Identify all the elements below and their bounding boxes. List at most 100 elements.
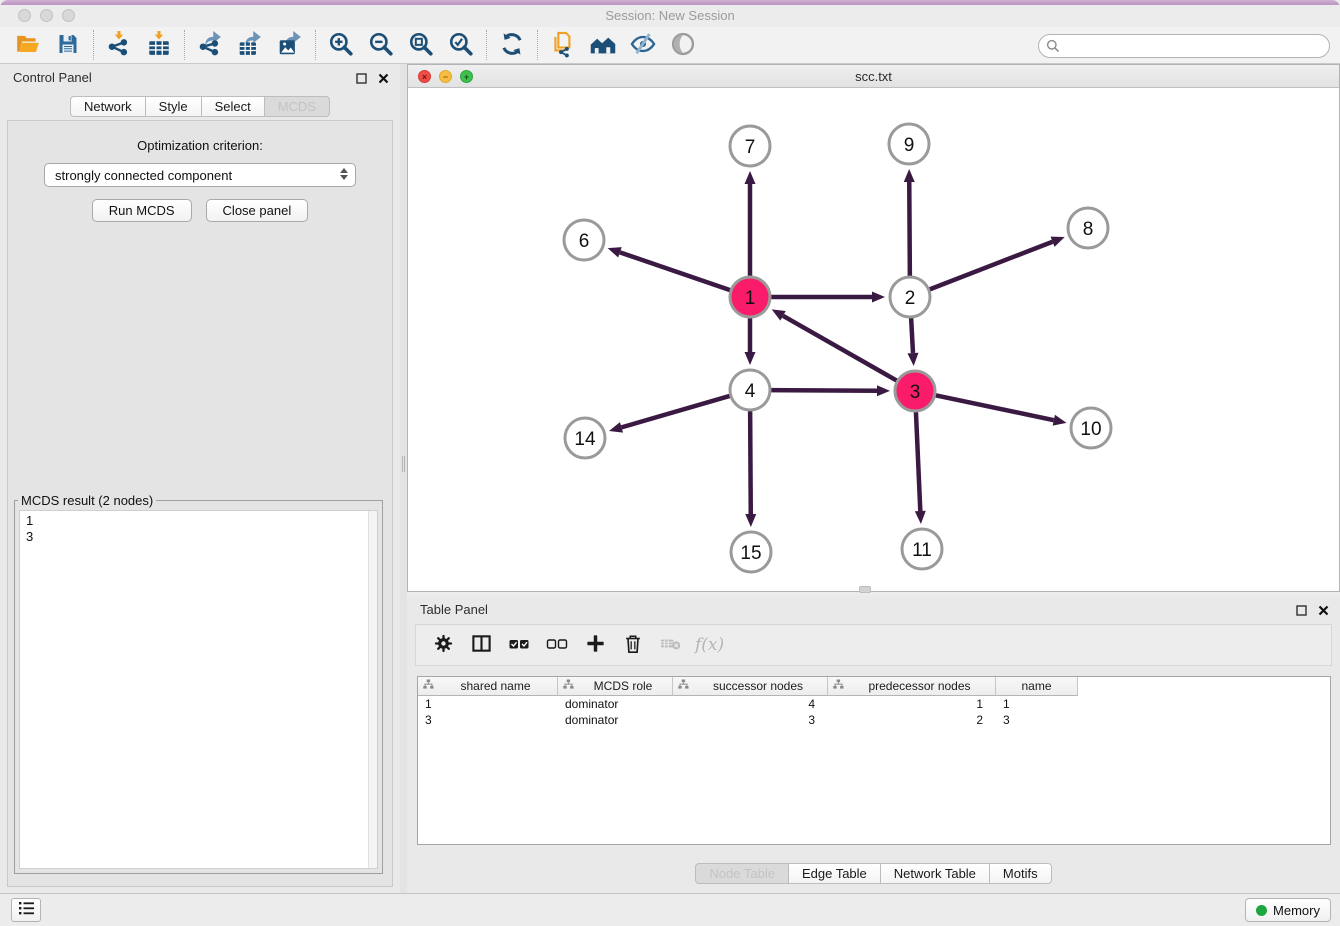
zoom-in-button[interactable] [321,28,361,62]
tab-style[interactable]: Style [145,96,201,117]
table-settings-button[interactable] [426,628,460,662]
column-header-MCDS-role[interactable]: MCDS role [558,677,673,696]
node-label: 6 [579,231,590,252]
node-label: 2 [905,288,916,309]
table-row[interactable]: 1dominator411 [418,696,1330,712]
graph-node-7[interactable]: 7 [730,126,770,166]
edge-2-9[interactable] [909,182,910,279]
table-cell: 3 [673,712,828,728]
export-table-button[interactable] [230,28,270,62]
float-panel-button[interactable] [1294,603,1308,617]
close-panel-button[interactable]: Close panel [206,199,309,222]
edge-3-1[interactable] [783,316,899,382]
result-scrollbar[interactable] [368,511,377,868]
refresh-view-button[interactable] [492,28,532,62]
tab-select[interactable]: Select [201,96,264,117]
memory-button[interactable]: Memory [1245,898,1331,922]
network-graph[interactable]: 7 9 6 8 1 2 4 3 14 10 15 11 [408,88,1339,591]
edge-3-11[interactable] [916,409,921,511]
duplicate-network-icon [549,30,577,61]
edge-2-3[interactable] [911,315,913,353]
task-history-button[interactable] [11,898,41,922]
column-header-label: successor nodes [689,679,827,693]
show-all-button[interactable] [663,28,703,62]
export-image-button[interactable] [270,28,310,62]
duplicate-network-button[interactable] [543,28,583,62]
graph-node-1[interactable]: 1 [730,277,770,317]
float-panel-button[interactable] [354,71,368,85]
edge-2-8[interactable] [927,242,1053,291]
eye-disabled-icon [669,30,697,61]
save-session-button[interactable] [48,28,88,62]
zoom-fit-icon [408,31,434,60]
mcds-result-box[interactable]: 1 3 [19,510,378,869]
graph-node-4[interactable]: 4 [730,370,770,410]
edge-4-14[interactable] [621,395,732,427]
mcds-panel: Optimization criterion: strongly connect… [7,120,393,887]
import-network-button[interactable] [99,28,139,62]
export-network-button[interactable] [190,28,230,62]
arrowhead-icon [1051,237,1065,247]
tab-mcds[interactable]: MCDS [264,96,330,117]
split-view-button[interactable] [464,628,498,662]
column-header-name[interactable]: name [996,677,1078,696]
network-window-titlebar: × − + scc.txt [408,65,1339,88]
edge-4-15[interactable] [750,408,751,514]
graph-node-14[interactable]: 14 [565,418,605,458]
import-table-button[interactable] [139,28,179,62]
apply-function-button[interactable]: f(x) [692,628,726,662]
tab-network[interactable]: Network [70,96,145,117]
run-mcds-button[interactable]: Run MCDS [92,199,192,222]
network-view-window: × − + scc.txt 7 9 6 8 1 2 4 3 14 10 15 11 [407,64,1340,592]
search-input[interactable] [1038,34,1330,58]
zoom-out-button[interactable] [361,28,401,62]
graph-node-3[interactable]: 3 [895,371,935,411]
table-cell: 3 [418,712,558,728]
table-row[interactable]: 3dominator323 [418,712,1330,728]
zoom-selected-icon [448,31,474,60]
open-session-button[interactable] [8,28,48,62]
node-table-body: 1dominator4113dominator323 [418,696,1330,728]
tab-network-table[interactable]: Network Table [880,863,989,884]
table-cell: dominator [558,696,673,712]
graph-node-2[interactable]: 2 [890,277,930,317]
column-header-successor-nodes[interactable]: successor nodes [673,677,828,696]
arrowhead-icon [904,169,915,182]
first-neighbors-button[interactable] [583,28,623,62]
column-header-predecessor-nodes[interactable]: predecessor nodes [828,677,996,696]
delete-column-button[interactable] [616,628,650,662]
deselect-all-button[interactable] [540,628,574,662]
vertical-splitter[interactable] [400,64,407,893]
edge-3-10[interactable] [933,395,1054,420]
column-header-shared-name[interactable]: shared name [418,677,558,696]
node-table[interactable]: shared nameMCDS role successor nodesprede… [417,676,1331,845]
edge-1-6[interactable] [620,252,733,291]
select-all-button[interactable] [502,628,536,662]
export-image-icon [277,31,303,60]
close-panel-icon-button[interactable] [1316,603,1330,617]
graph-node-6[interactable]: 6 [564,220,604,260]
graph-node-9[interactable]: 9 [889,124,929,164]
graph-node-10[interactable]: 10 [1071,408,1111,448]
criterion-dropdown[interactable]: strongly connected component [44,163,356,187]
save-icon [56,32,80,59]
memory-button-label: Memory [1273,903,1320,918]
add-column-button[interactable] [578,628,612,662]
delete-table-button[interactable] [654,628,688,662]
window-title: Session: New Session [0,8,1340,23]
search-icon [1046,39,1060,58]
graph-node-11[interactable]: 11 [902,529,942,569]
tab-node-table[interactable]: Node Table [695,863,788,884]
zoom-fit-button[interactable] [401,28,441,62]
tab-motifs[interactable]: Motifs [989,863,1052,884]
graph-node-15[interactable]: 15 [731,532,771,572]
graph-node-8[interactable]: 8 [1068,208,1108,248]
arrowhead-icon [907,353,918,366]
close-panel-icon-button[interactable] [376,71,390,85]
zoom-selected-button[interactable] [441,28,481,62]
table-cell: 4 [673,696,828,712]
edge-4-3[interactable] [768,390,877,391]
hide-selected-button[interactable] [623,28,663,62]
table-cell: 3 [996,712,1078,728]
tab-edge-table[interactable]: Edge Table [788,863,880,884]
